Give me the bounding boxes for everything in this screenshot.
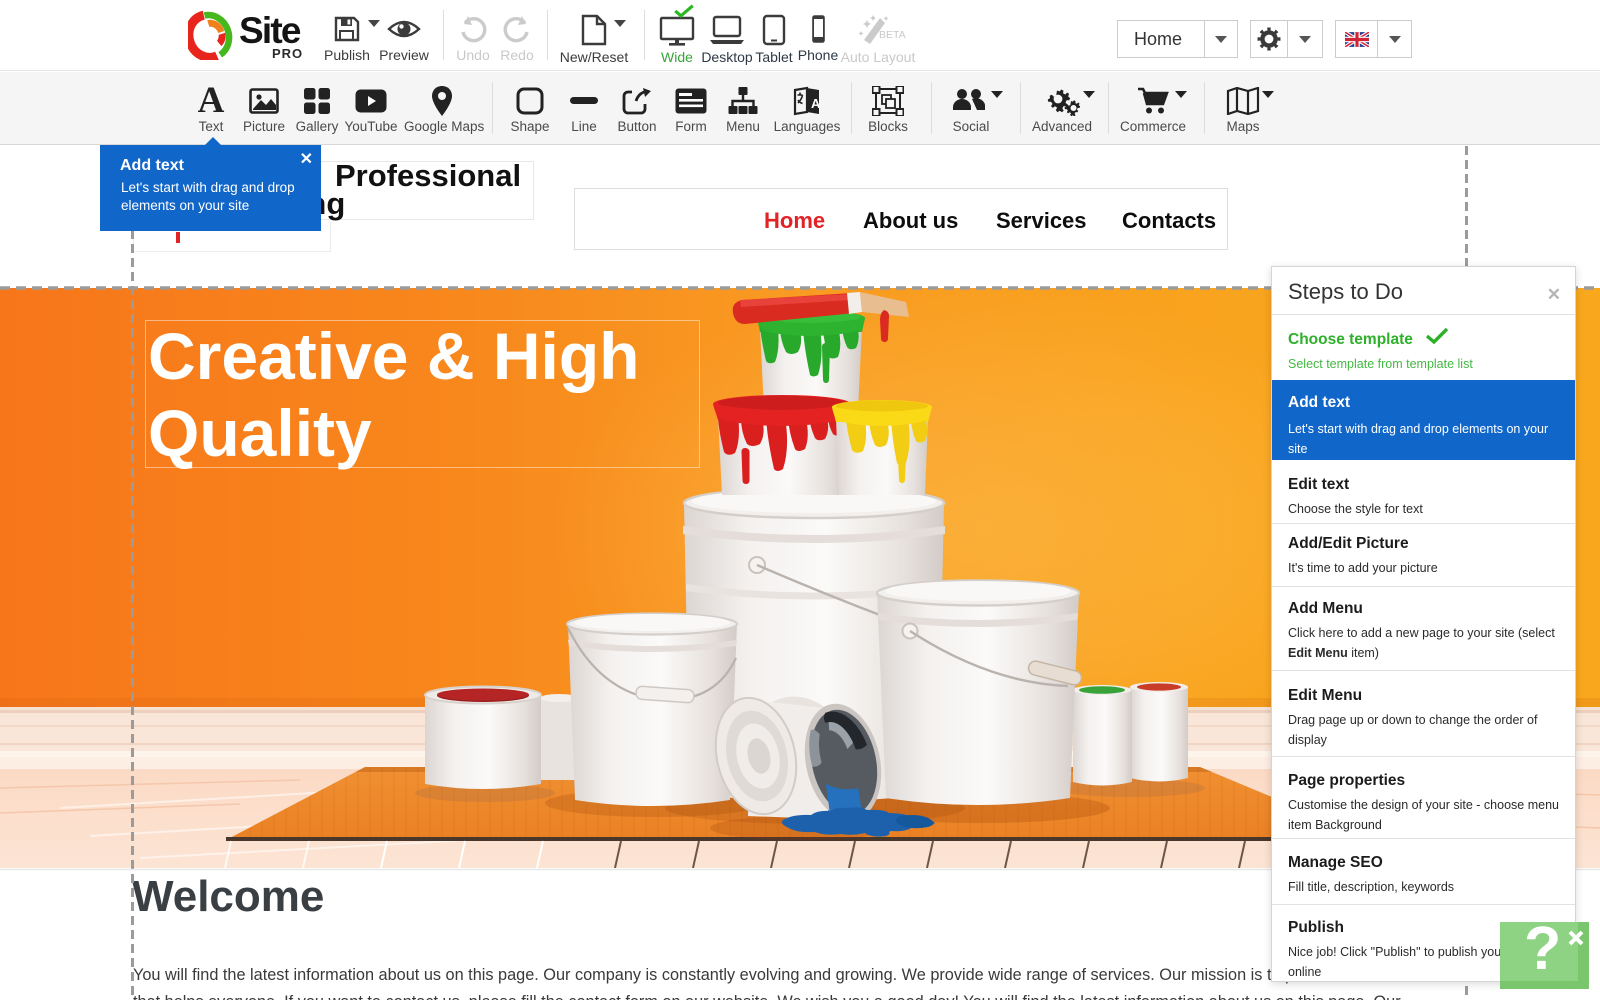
svg-text:A: A	[811, 96, 821, 111]
